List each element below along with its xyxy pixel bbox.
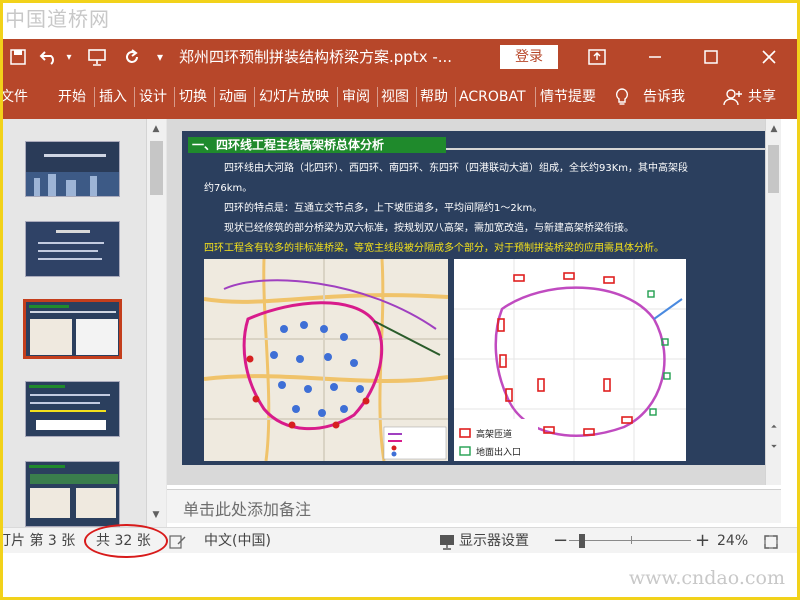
tab-separator (337, 87, 338, 107)
lightbulb-icon[interactable] (615, 75, 631, 119)
tab-separator (416, 87, 417, 107)
legend-elevated-ramp: 高架匝道 (476, 430, 513, 440)
notes-pane[interactable]: 单击此处添加备注 (167, 489, 781, 523)
tab-insert[interactable]: 插入 (99, 75, 127, 119)
slide-scrollbar[interactable]: ▲ ⏶ ⏷ (765, 119, 781, 485)
slide-highlight-text: 四环工程含有较多的非标准桥梁，等宽主线段被分隔成多个部分，对于预制拼装桥梁的应用… (204, 243, 664, 254)
ribbon-tabs: 文件 开始 插入 设计 切换 动画 幻灯片放映 审阅 视图 帮助 ACROBAT… (3, 75, 797, 119)
ribbon-display-icon[interactable] (577, 39, 617, 75)
scroll-up-icon[interactable]: ▲ (765, 121, 783, 137)
tab-help[interactable]: 帮助 (420, 75, 448, 119)
spelling-check-icon[interactable] (169, 533, 187, 549)
tab-separator (455, 87, 456, 107)
slide-editing-area: 一、四环线工程主线高架桥总体分析 四环线由大河路（北四环）、西四环、南四环、东四… (167, 119, 781, 485)
tab-file[interactable]: 文件 (3, 75, 28, 119)
maximize-icon[interactable] (691, 39, 731, 75)
language-indicator[interactable]: 中文(中国) (204, 528, 271, 554)
tab-animations[interactable]: 动画 (219, 75, 247, 119)
tab-separator (535, 87, 536, 107)
close-icon[interactable] (749, 39, 789, 75)
display-settings-icon[interactable] (439, 533, 457, 550)
scroll-down-icon[interactable]: ▼ (147, 507, 165, 523)
scroll-up-icon[interactable]: ▲ (147, 121, 165, 137)
slide-thumbnail-3[interactable] (23, 299, 122, 359)
previous-slide-icon[interactable]: ⏶ (765, 419, 783, 435)
undo-dropdown-icon[interactable]: ▾ (63, 39, 75, 75)
slide-thumbnails-pane: ▲ ▼ (3, 119, 167, 527)
present-icon[interactable] (83, 39, 111, 75)
fit-to-window-icon[interactable] (763, 533, 779, 549)
ring-road-map-right: 高架匝道 地面出入口 (454, 259, 686, 461)
heading-rule (446, 148, 766, 150)
slide-heading: 一、四环线工程主线高架桥总体分析 (188, 137, 446, 153)
screenshot-frame: 中国道桥网 www.cndao.com ▾ ▾ 郑州四环预制拼装结构桥梁方案.p… (0, 0, 800, 600)
zoom-center-mark (631, 536, 632, 544)
tell-me-search[interactable]: 告诉我 (643, 75, 685, 119)
ring-road-map-left (204, 259, 448, 461)
slide-position-indicator: 幻灯片 第 3 张 (3, 533, 76, 549)
tab-home[interactable]: 开始 (58, 75, 86, 119)
slide-thumbnail-1[interactable] (25, 141, 120, 197)
minimize-icon[interactable] (635, 39, 675, 75)
slide-paragraph-3: 现状已经修筑的部分桥梁为双六标准，按规划双八高架，需加宽改造，与新建高架桥梁衔接… (224, 223, 634, 234)
tab-view[interactable]: 视图 (381, 75, 409, 119)
display-settings-button[interactable]: 显示器设置 (459, 528, 529, 554)
current-slide[interactable]: 一、四环线工程主线高架桥总体分析 四环线由大河路（北四环）、西四环、南四环、东四… (182, 131, 772, 465)
tab-separator (214, 87, 215, 107)
tab-separator (134, 87, 135, 107)
zoom-slider-knob[interactable] (579, 534, 585, 548)
slide-thumbnail-5[interactable] (25, 461, 120, 527)
title-bar: ▾ ▾ 郑州四环预制拼装结构桥梁方案.pptx -... 登录 (3, 39, 797, 75)
slide-thumbnail-4[interactable] (25, 381, 120, 437)
tab-separator (94, 87, 95, 107)
watermark-top: 中国道桥网 (5, 7, 110, 31)
slide-paragraph-2: 四环的特点是：互通立交节点多，上下坡匝道多，平均间隔约1～2km。 (224, 203, 543, 214)
customize-toolbar-icon[interactable]: ▾ (153, 39, 167, 75)
tab-storyboard[interactable]: 情节提要 (540, 75, 596, 119)
login-button[interactable]: 登录 (500, 45, 558, 69)
notes-placeholder[interactable]: 单击此处添加备注 (183, 496, 311, 520)
red-annotation-circle (84, 524, 168, 558)
legend-ground-entrance: 地面出入口 (476, 448, 522, 458)
slide-thumbnail-2[interactable] (25, 221, 120, 277)
tab-acrobat[interactable]: ACROBAT (459, 75, 526, 119)
save-icon[interactable] (7, 39, 29, 75)
watermark-bottom: www.cndao.com (628, 567, 785, 589)
thumbnails-scrollbar[interactable]: ▲ ▼ (146, 119, 166, 527)
tab-slideshow[interactable]: 幻灯片放映 (259, 75, 329, 119)
share-person-icon[interactable] (723, 75, 745, 119)
tab-separator (377, 87, 378, 107)
tab-review[interactable]: 审阅 (342, 75, 370, 119)
slide-paragraph-1: 四环线由大河路（北四环）、西四环、南四环、东四环（四港联动大道）组成，全长约93… (224, 163, 689, 174)
tab-design[interactable]: 设计 (139, 75, 167, 119)
zoom-in-icon[interactable]: + (695, 528, 710, 554)
zoom-out-icon[interactable]: − (553, 528, 568, 554)
redo-icon[interactable] (119, 39, 145, 75)
tab-separator (174, 87, 175, 107)
slide-paragraph-1-cont: 约76km。 (204, 183, 253, 194)
zoom-slider-track[interactable] (569, 540, 691, 541)
tab-transitions[interactable]: 切换 (179, 75, 207, 119)
zoom-level[interactable]: 24% (717, 528, 748, 554)
next-slide-icon[interactable]: ⏷ (765, 439, 783, 455)
share-button[interactable]: 共享 (748, 75, 776, 119)
tab-separator (254, 87, 255, 107)
document-title: 郑州四环预制拼装结构桥梁方案.pptx -... (179, 48, 453, 66)
scrollbar-thumb[interactable] (150, 141, 163, 195)
undo-icon[interactable] (35, 39, 63, 75)
scrollbar-thumb[interactable] (768, 145, 779, 193)
